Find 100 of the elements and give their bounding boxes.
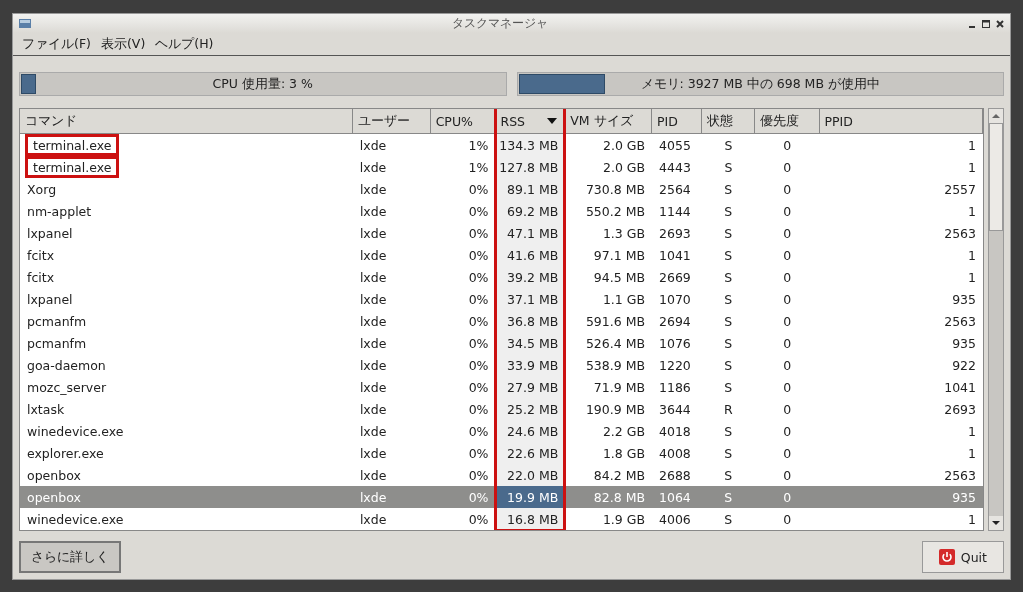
- column-header[interactable]: ユーザー: [352, 109, 431, 133]
- menu-item[interactable]: 表示(V): [95, 35, 151, 53]
- table-cell-text: 1220: [658, 357, 692, 373]
- process-row[interactable]: nm-applet lxde 0% 69.2 MB 550.2 MB 1144 S 0 1: [20, 200, 983, 222]
- table-cell-text: 1070: [658, 291, 692, 307]
- process-row[interactable]: openbox lxde 0% 22.0 MB 84.2 MB 2688 S 0 2563: [20, 464, 983, 486]
- scroll-up-icon[interactable]: [989, 109, 1003, 123]
- process-row[interactable]: winedevice.exe lxde 0% 24.6 MB 2.2 GB 4018 S 0 1: [20, 420, 983, 442]
- table-cell-text: lxde: [358, 489, 388, 505]
- process-row[interactable]: explorer.exe lxde 0% 22.6 MB 1.8 GB 4008 S 0 1: [20, 442, 983, 464]
- table-cell-text: 1: [967, 203, 977, 219]
- table-cell-text: lxde: [358, 401, 388, 417]
- table-cell-text: 41.6 MB: [506, 247, 560, 263]
- window-title: タスクマネージャ: [450, 15, 549, 32]
- table-cell-text: S: [723, 181, 734, 197]
- table-cell-text: lxde: [358, 159, 388, 175]
- table-cell-text: 0%: [467, 445, 490, 461]
- table-cell-text: 0: [782, 335, 793, 351]
- column-header[interactable]: PPID: [819, 109, 983, 133]
- table-cell-text: 0: [782, 379, 793, 395]
- table-cell-text: 39.2 MB: [506, 269, 560, 285]
- table-cell-text: S: [723, 269, 734, 285]
- menu-item[interactable]: ファイル(F): [17, 35, 96, 53]
- table-cell-text: 0: [782, 401, 793, 417]
- table-cell-text: 16.8 MB: [506, 511, 560, 527]
- table-cell-text: pcmanfm: [26, 313, 88, 329]
- table-cell-text: 0: [782, 203, 793, 219]
- process-row[interactable]: winedevice.exe lxde 0% 16.8 MB 1.9 GB 4006 S 0 1: [20, 508, 983, 530]
- table-cell-text: 0: [782, 159, 793, 175]
- column-header[interactable]: コマンド: [20, 109, 353, 133]
- table-cell-text: 2557: [943, 181, 977, 197]
- process-row[interactable]: terminal.exe lxde 1% 134.3 MB 2.0 GB 4055 S 0 1: [20, 134, 983, 156]
- table-cell-text: 22.6 MB: [506, 445, 560, 461]
- table-cell-text: 0: [782, 423, 793, 439]
- table-cell-text: 0%: [467, 379, 490, 395]
- table-cell-text: terminal.exe: [32, 137, 113, 153]
- table-cell-text: 0%: [467, 467, 490, 483]
- table-cell-text: 1186: [658, 379, 692, 395]
- scroll-down-icon[interactable]: [989, 516, 1003, 530]
- table-cell-text: 89.1 MB: [506, 181, 560, 197]
- table-cell-text: lxde: [358, 313, 388, 329]
- table-cell-text: 935: [951, 335, 977, 351]
- table-cell-text: 0%: [467, 335, 490, 351]
- table-cell-text: 2564: [658, 181, 692, 197]
- menu-item[interactable]: ヘルプ(H): [150, 35, 219, 53]
- table-cell-text: 1: [967, 269, 977, 285]
- process-row[interactable]: fcitx lxde 0% 39.2 MB 94.5 MB 2669 S 0 1: [20, 266, 983, 288]
- table-cell-text: 2694: [658, 313, 692, 329]
- table-cell-text: 2693: [943, 401, 977, 417]
- table-cell-text: 0%: [467, 511, 490, 527]
- table-cell-text: lxde: [358, 335, 388, 351]
- table-cell-text: 538.9 MB: [584, 357, 646, 373]
- process-row[interactable]: fcitx lxde 0% 41.6 MB 97.1 MB 1041 S 0 1: [20, 244, 983, 266]
- table-cell-text: 0: [782, 247, 793, 263]
- column-header[interactable]: 優先度: [754, 109, 820, 133]
- table-cell-text: S: [723, 467, 734, 483]
- table-cell-text: 0: [782, 269, 793, 285]
- maximize-icon[interactable]: [982, 19, 990, 28]
- table-cell-text: 1: [967, 511, 977, 527]
- column-header[interactable]: RSS: [495, 109, 566, 133]
- process-row[interactable]: openbox lxde 0% 19.9 MB 82.8 MB 1064 S 0 935: [20, 486, 983, 508]
- quit-button[interactable]: Quit: [921, 541, 1004, 573]
- table-cell-text: 0%: [467, 203, 490, 219]
- table-cell-text: 24.6 MB: [506, 423, 560, 439]
- table-cell-text: lxpanel: [26, 225, 74, 241]
- table-cell-text: 1.1 GB: [601, 291, 646, 307]
- process-row[interactable]: lxtask lxde 0% 25.2 MB 190.9 MB 3644 R 0 2693: [20, 398, 983, 420]
- scrollbar[interactable]: [988, 108, 1004, 531]
- table-cell-text: lxde: [358, 511, 388, 527]
- details-button[interactable]: さらに詳しく: [19, 541, 121, 573]
- process-row[interactable]: pcmanfm lxde 0% 34.5 MB 526.4 MB 1076 S 0 935: [20, 332, 983, 354]
- table-cell-text: winedevice.exe: [26, 511, 125, 527]
- process-row[interactable]: lxpanel lxde 0% 47.1 MB 1.3 GB 2693 S 0 2563: [20, 222, 983, 244]
- table-cell-text: 25.2 MB: [506, 401, 560, 417]
- table-cell-text: lxpanel: [26, 291, 74, 307]
- column-header[interactable]: PID: [652, 109, 702, 133]
- process-row[interactable]: lxpanel lxde 0% 37.1 MB 1.1 GB 1070 S 0 935: [20, 288, 983, 310]
- process-row[interactable]: pcmanfm lxde 0% 36.8 MB 591.6 MB 2694 S 0 2563: [20, 310, 983, 332]
- table-cell-text: S: [723, 313, 734, 329]
- scroll-thumb[interactable]: [989, 123, 1003, 231]
- process-row[interactable]: Xorg lxde 0% 89.1 MB 730.8 MB 2564 S 0 2557: [20, 178, 983, 200]
- table-cell-text: 2563: [943, 225, 977, 241]
- table-cell-text: 4018: [658, 423, 692, 439]
- table-cell-text: fcitx: [26, 269, 56, 285]
- process-row[interactable]: mozc_server lxde 0% 27.9 MB 71.9 MB 1186 S 0 1041: [20, 376, 983, 398]
- table-cell-text: 1.9 GB: [601, 511, 646, 527]
- table-cell-text: S: [723, 335, 734, 351]
- table-cell-text: lxde: [358, 137, 388, 153]
- column-header[interactable]: VM サイズ: [565, 109, 652, 133]
- column-header[interactable]: 状態: [701, 109, 755, 133]
- table-cell-text: 1076: [658, 335, 692, 351]
- table-cell-text: lxde: [358, 445, 388, 461]
- table-cell-text: 1.3 GB: [601, 225, 646, 241]
- table-cell-text: 1: [967, 445, 977, 461]
- table-cell-text: S: [723, 137, 734, 153]
- table-cell-text: 0%: [467, 225, 490, 241]
- process-row[interactable]: terminal.exe lxde 1% 127.8 MB 2.0 GB 4443 S 0 1: [20, 156, 983, 178]
- close-icon[interactable]: [996, 19, 1004, 28]
- process-row[interactable]: goa-daemon lxde 0% 33.9 MB 538.9 MB 1220 S 0 922: [20, 354, 983, 376]
- column-header[interactable]: CPU%: [430, 109, 496, 133]
